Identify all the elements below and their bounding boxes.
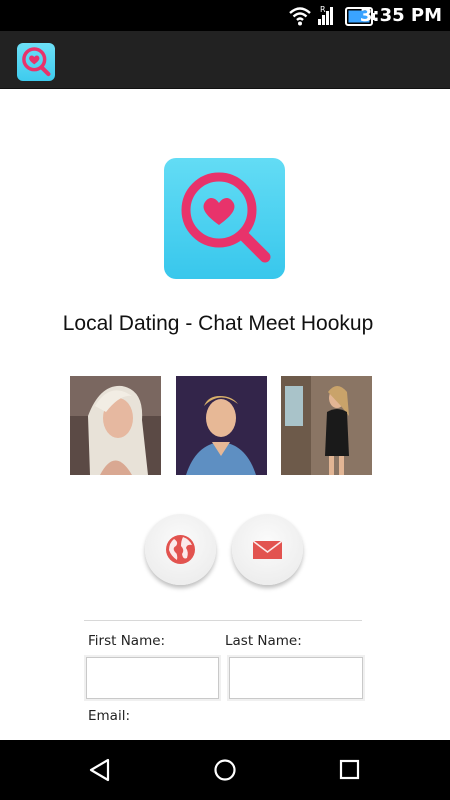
profile-photo-1[interactable] [70, 376, 161, 475]
magnifier-heart-icon [181, 172, 271, 263]
last-name-label: Last Name: [225, 633, 302, 649]
status-bar: R 3:35 PM [0, 0, 450, 31]
svg-text:R: R [320, 5, 326, 14]
recents-icon [339, 759, 360, 780]
website-button[interactable] [145, 514, 216, 585]
back-icon [89, 758, 110, 782]
app-logo-small[interactable] [17, 43, 55, 81]
first-name-label: First Name: [88, 633, 166, 649]
recents-button[interactable] [336, 756, 364, 784]
signal-icon: R [318, 5, 333, 25]
wifi-icon [289, 7, 311, 26]
envelope-icon [252, 540, 283, 559]
last-name-field[interactable] [227, 655, 365, 701]
app-title: Local Dating - Chat Meet Hookup [62, 312, 374, 335]
home-button[interactable] [211, 756, 239, 784]
action-bar [0, 31, 450, 89]
first-name-field[interactable] [84, 655, 221, 701]
email-label: Email: [88, 708, 131, 724]
profile-photo-3[interactable] [281, 376, 372, 475]
main-content: Local Dating - Chat Meet Hookup First Na… [0, 90, 450, 740]
profile-photo-2[interactable] [176, 376, 267, 475]
home-icon [214, 759, 236, 781]
app-logo [164, 158, 285, 279]
globe-icon [166, 535, 195, 564]
status-time: 3:35 PM [359, 5, 442, 26]
back-button[interactable] [86, 756, 114, 784]
magnifier-heart-icon [22, 47, 51, 77]
form-divider [84, 620, 362, 621]
email-button[interactable] [232, 514, 303, 585]
nav-bar [0, 740, 450, 800]
